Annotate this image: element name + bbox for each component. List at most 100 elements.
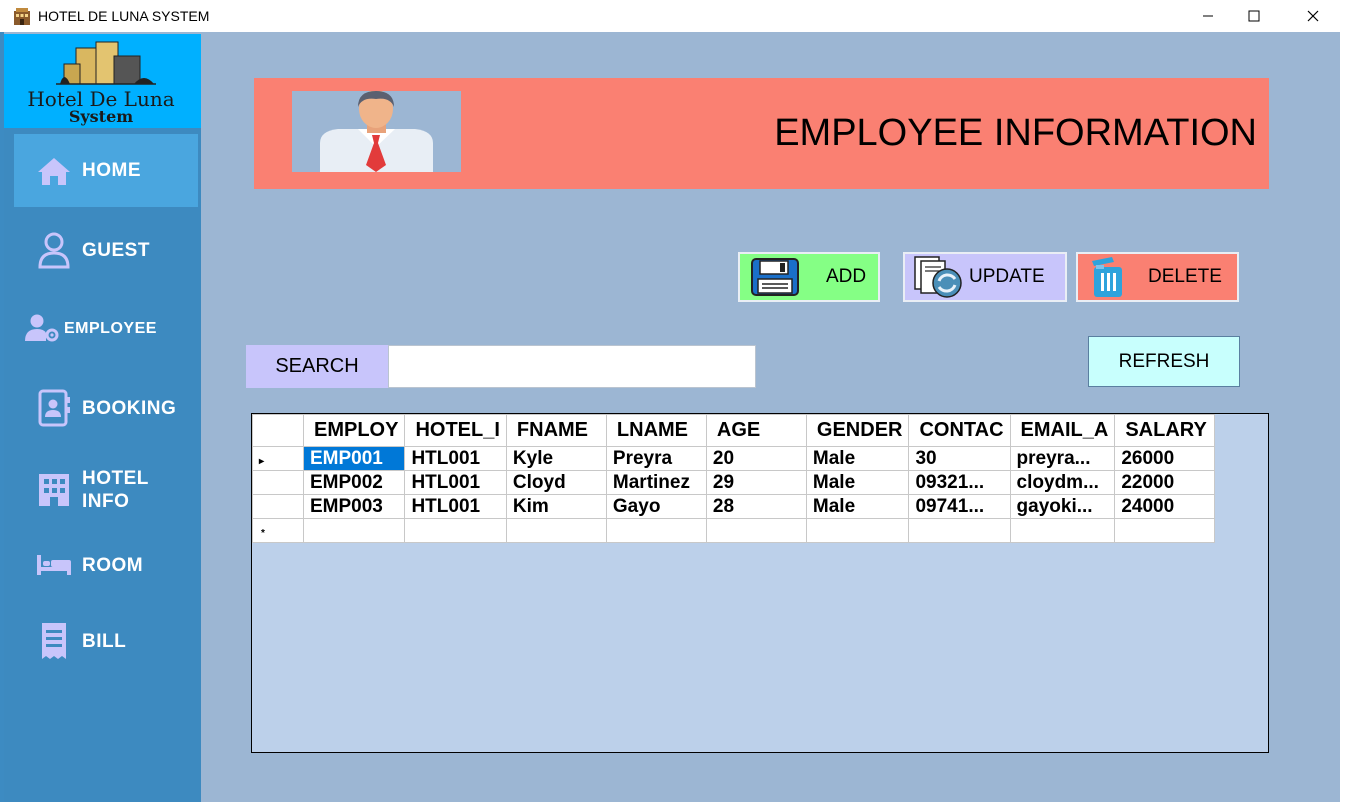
floppy-disk-icon (751, 258, 799, 296)
column-header[interactable]: LNAME (605, 414, 707, 447)
table-cell[interactable]: 24000 (1114, 494, 1216, 519)
sidebar-item-label: BILL (82, 630, 127, 652)
table-cell[interactable] (605, 518, 707, 543)
sidebar-item-room[interactable]: ROOM (14, 546, 198, 584)
table-cell[interactable] (1114, 518, 1216, 543)
bed-icon (34, 553, 74, 577)
sidebar-item-label: EMPLOYEE (64, 319, 157, 337)
table-cell[interactable]: Gayo (605, 494, 707, 519)
sidebar-item-hotel-info[interactable]: HOTEL INFO (14, 462, 198, 518)
logo: Hotel De Luna System (4, 34, 201, 128)
table-cell[interactable]: cloydm... (1009, 470, 1116, 495)
update-button[interactable]: UPDATE (903, 252, 1067, 302)
table-cell[interactable] (1009, 518, 1116, 543)
column-header[interactable]: CONTAC (908, 414, 1011, 447)
employee-avatar (292, 91, 461, 172)
table-cell[interactable]: EMP003 (302, 494, 406, 519)
row-header[interactable] (252, 470, 304, 495)
table-cell[interactable]: 09741... (908, 494, 1011, 519)
delete-button-label: DELETE (1148, 266, 1222, 287)
column-header[interactable]: AGE (705, 414, 807, 447)
column-header[interactable]: EMPLOY (302, 414, 406, 447)
table-row[interactable]: EMP003 HTL001 Kim Gayo 28 Male 09741... … (252, 494, 1216, 519)
add-button-label: ADD (826, 266, 867, 287)
table-cell[interactable]: Kyle (505, 446, 607, 471)
table-cell[interactable]: EMP002 (302, 470, 406, 495)
column-header[interactable]: SALARY (1114, 414, 1216, 447)
table-row[interactable]: ▸ EMP001 HTL001 Kyle Preyra 20 Male 30 p… (252, 446, 1216, 471)
sidebar: Hotel De Luna System HOME GUEST EMPLOYEE (4, 34, 201, 802)
table-cell[interactable] (908, 518, 1011, 543)
table-cell[interactable]: Cloyd (505, 470, 607, 495)
table-cell[interactable]: 09321... (908, 470, 1011, 495)
sidebar-item-label-line2: INFO (82, 491, 130, 512)
search-input[interactable] (388, 345, 756, 388)
sidebar-item-label: HOTEL INFO (82, 467, 149, 513)
table-cell[interactable]: gayoki... (1009, 494, 1116, 519)
table-cell[interactable]: Kim (505, 494, 607, 519)
table-cell[interactable]: preyra... (1009, 446, 1116, 471)
add-button[interactable]: ADD (738, 252, 880, 302)
row-header-corner (252, 414, 304, 447)
table-cell[interactable] (302, 518, 406, 543)
table-cell[interactable]: EMP001 (302, 446, 406, 471)
maximize-button[interactable] (1231, 0, 1277, 32)
refresh-button-label: REFRESH (1118, 350, 1210, 372)
trash-can-icon (1092, 257, 1122, 297)
table-cell[interactable]: Male (805, 494, 910, 519)
minimize-button[interactable] (1185, 0, 1231, 32)
column-header[interactable]: FNAME (505, 414, 607, 447)
table-cell[interactable]: Male (805, 446, 910, 471)
receipt-icon (34, 621, 74, 661)
close-button[interactable] (1290, 0, 1336, 32)
delete-button[interactable]: DELETE (1076, 252, 1239, 302)
column-header[interactable]: EMAIL_A (1009, 414, 1116, 447)
table-cell[interactable] (805, 518, 910, 543)
user-gear-icon (22, 313, 62, 343)
new-row[interactable]: * (252, 518, 1216, 543)
table-cell[interactable]: 22000 (1114, 470, 1216, 495)
sidebar-item-home[interactable]: HOME (14, 134, 198, 207)
table-cell[interactable]: Martinez (605, 470, 707, 495)
user-icon (34, 231, 74, 269)
search-label: SEARCH (246, 345, 388, 388)
table-cell[interactable] (505, 518, 607, 543)
close-icon (1307, 10, 1319, 22)
table-cell[interactable]: HTL001 (404, 446, 507, 471)
row-header[interactable] (252, 494, 304, 519)
new-row-icon: * (261, 527, 265, 539)
app-window: HOTEL DE LUNA SYSTEM Hotel De Luna Syste… (0, 0, 1347, 802)
table-cell[interactable]: Male (805, 470, 910, 495)
current-row-icon: ▸ (259, 455, 265, 467)
table-cell[interactable]: 20 (705, 446, 807, 471)
hotel-logo-image: Hotel De Luna System (27, 41, 175, 126)
maximize-icon (1248, 10, 1260, 22)
update-documents-icon (914, 256, 962, 298)
table-cell[interactable]: 29 (705, 470, 807, 495)
current-row-indicator[interactable]: ▸ (252, 446, 304, 471)
window-title: HOTEL DE LUNA SYSTEM (38, 8, 210, 24)
table-cell[interactable]: HTL001 (404, 470, 507, 495)
table-cell[interactable]: HTL001 (404, 494, 507, 519)
sidebar-item-label: BOOKING (82, 397, 177, 419)
table-cell[interactable]: 28 (705, 494, 807, 519)
sidebar-item-label: HOME (82, 160, 141, 181)
table-cell[interactable]: 26000 (1114, 446, 1216, 471)
sidebar-item-guest[interactable]: GUEST (14, 224, 198, 276)
sidebar-item-label: GUEST (82, 239, 150, 261)
sidebar-item-employee[interactable]: EMPLOYEE (14, 306, 198, 350)
table-cell[interactable]: Preyra (605, 446, 707, 471)
table-cell[interactable] (404, 518, 507, 543)
column-header[interactable]: GENDER (805, 414, 910, 447)
table-cell[interactable] (705, 518, 807, 543)
employee-data-grid[interactable]: EMPLOY HOTEL_I FNAME LNAME AGE GENDER CO… (251, 413, 1269, 753)
logo-text-line2: System (69, 107, 133, 126)
table-row[interactable]: EMP002 HTL001 Cloyd Martinez 29 Male 093… (252, 470, 1216, 495)
new-row-indicator[interactable]: * (252, 518, 304, 543)
refresh-button[interactable]: REFRESH (1088, 336, 1240, 387)
update-button-label: UPDATE (969, 266, 1045, 287)
column-header[interactable]: HOTEL_I (404, 414, 507, 447)
table-cell[interactable]: 30 (908, 446, 1011, 471)
sidebar-item-booking[interactable]: BOOKING (14, 380, 198, 436)
sidebar-item-bill[interactable]: BILL (14, 618, 198, 664)
